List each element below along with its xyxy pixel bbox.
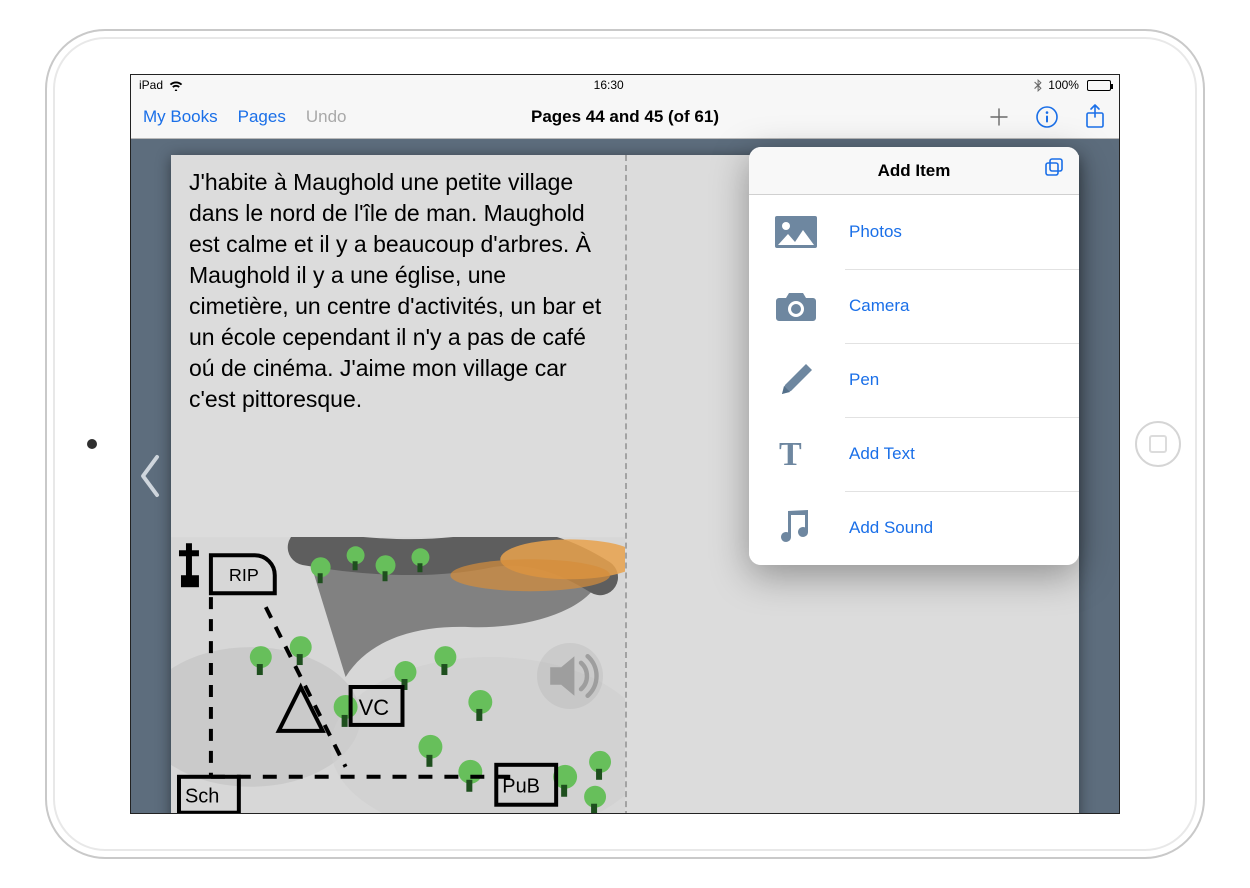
svg-text:T: T [779,437,802,471]
popover-header: Add Item [749,147,1079,195]
pages-button[interactable]: Pages [238,107,286,127]
toolbar: My Books Pages Undo Pages 44 and 45 (of … [131,95,1119,139]
sound-icon [771,509,821,547]
front-camera [87,439,97,449]
add-text-row[interactable]: T Add Text [749,417,1079,491]
photos-icon [771,215,821,249]
add-text-label: Add Text [849,444,915,464]
left-page[interactable]: J'habite à Maughold une petite village d… [171,155,625,814]
add-photos-row[interactable]: Photos [749,195,1079,269]
add-photos-label: Photos [849,222,902,242]
add-camera-label: Camera [849,296,909,316]
drawing-label-rip: RIP [229,565,259,585]
paste-button[interactable] [1043,157,1065,184]
undo-button: Undo [306,107,347,127]
share-button[interactable] [1083,105,1107,129]
add-sound-row[interactable]: Add Sound [749,491,1079,565]
page-text[interactable]: J'habite à Maughold une petite village d… [189,167,607,415]
add-pen-label: Pen [849,370,879,390]
drawing-label-sch: Sch [185,786,219,808]
bluetooth-icon [1034,79,1042,92]
battery-pct: 100% [1048,78,1079,92]
pen-icon [771,360,821,400]
prev-page-button[interactable] [137,453,163,499]
add-pen-row[interactable]: Pen [749,343,1079,417]
home-button[interactable] [1135,421,1181,467]
text-icon: T [771,437,821,471]
add-item-popover: Add Item Photos Camera [749,147,1079,565]
page-drawing[interactable]: RIP VC [171,537,625,814]
my-books-button[interactable]: My Books [143,107,218,127]
status-bar: iPad 16:30 100% [131,75,1119,95]
add-item-button[interactable] [987,105,1011,129]
add-camera-row[interactable]: Camera [749,269,1079,343]
device-label: iPad [139,78,163,92]
sound-marker[interactable] [537,643,603,709]
popover-title: Add Item [878,161,951,181]
drawing-label-pub: PuB [502,776,540,798]
screen: iPad 16:30 100% My Books Pages Undo Page… [130,74,1120,814]
clock: 16:30 [594,78,624,92]
wifi-icon [169,80,183,91]
tablet-frame: iPad 16:30 100% My Books Pages Undo Page… [45,29,1205,859]
add-sound-label: Add Sound [849,518,933,538]
camera-icon [771,290,821,322]
drawing-label-vc: VC [359,695,389,720]
battery-icon [1087,80,1111,91]
info-button[interactable] [1035,105,1059,129]
